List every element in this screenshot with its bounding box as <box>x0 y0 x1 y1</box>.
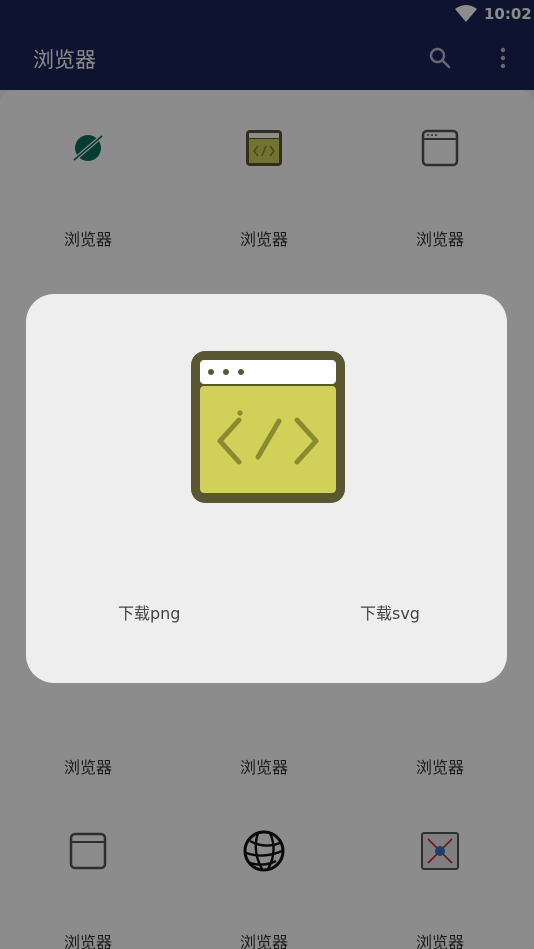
download-png-button[interactable]: 下载png <box>118 600 180 624</box>
icon-preview-dialog: 下载png 下载svg <box>26 294 507 683</box>
download-svg-button[interactable]: 下载svg <box>360 600 420 624</box>
code-window-icon <box>191 351 345 503</box>
